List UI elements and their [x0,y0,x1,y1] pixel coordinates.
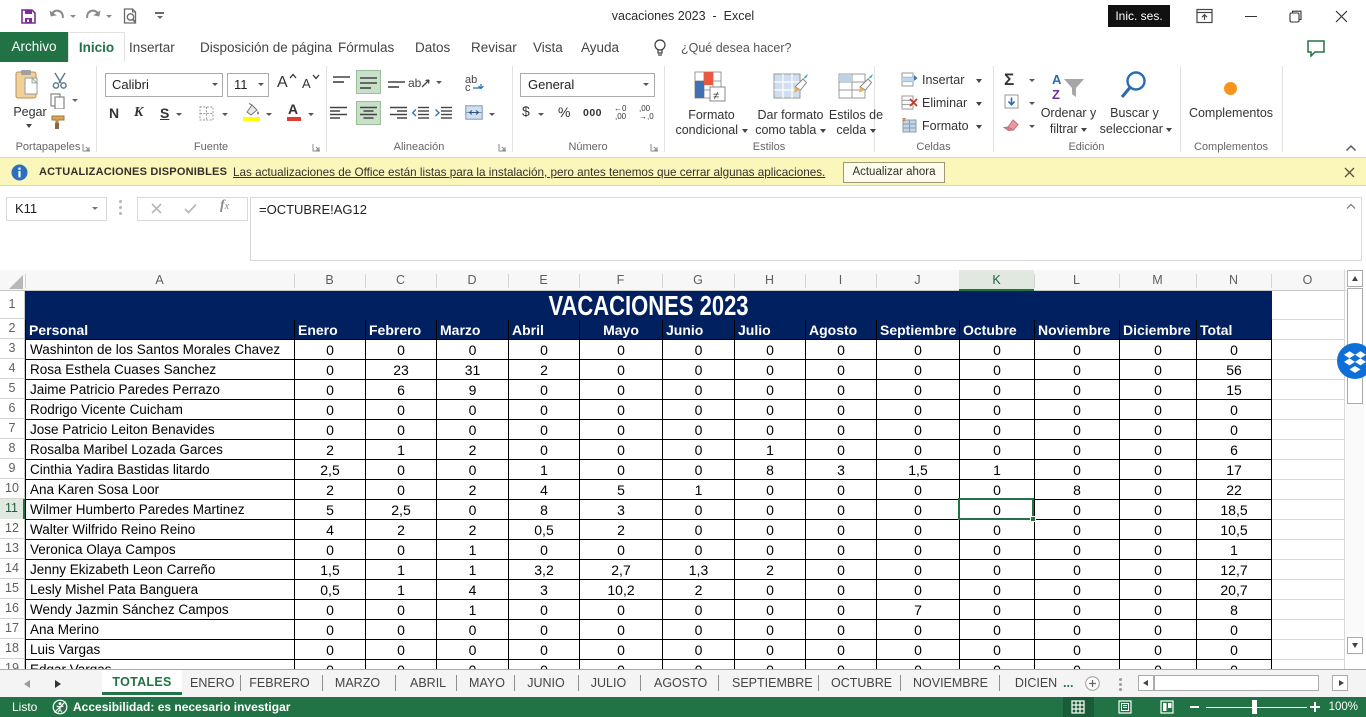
svg-text:ab: ab [408,76,422,90]
svg-text:,00: ,00 [615,112,627,120]
svg-text:A: A [1052,72,1062,87]
svg-text:→,0: →,0 [639,112,654,120]
svg-text:Z: Z [1052,87,1060,101]
svg-text:c: c [465,82,471,91]
svg-text:≠: ≠ [713,90,719,102]
